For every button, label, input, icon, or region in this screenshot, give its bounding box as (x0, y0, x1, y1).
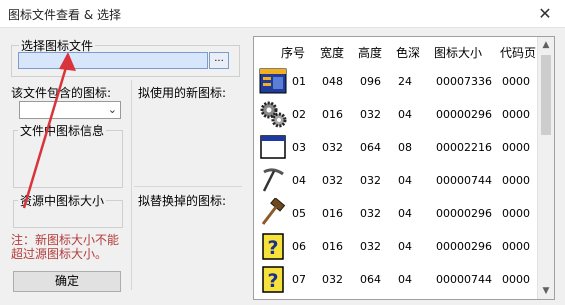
cell-width: 016 (322, 207, 343, 220)
header-height: 高度 (358, 46, 383, 60)
table-row[interactable]: ? 07 032 064 04 00000744 0000 (254, 263, 537, 296)
cell-size: 00000296 (436, 108, 492, 121)
new-icon-label: 拟使用的新图标: (138, 86, 227, 100)
section-divider (134, 186, 242, 187)
scroll-up-icon[interactable]: ▲ (538, 37, 554, 53)
window-blue-icon (258, 66, 288, 96)
cell-depth: 04 (398, 174, 412, 187)
icon-select-dropdown[interactable]: ⌄ (19, 101, 121, 119)
cell-size: 00000296 (436, 207, 492, 220)
cell-height: 032 (360, 108, 381, 121)
question-mark-icon: ? (258, 231, 288, 261)
cell-depth: 08 (398, 141, 412, 154)
cell-codepage: 0000 (502, 174, 530, 187)
header-width: 宽度 (320, 46, 345, 60)
replace-icon-label: 拟替换掉的图标: (138, 194, 227, 208)
cell-id: 04 (292, 174, 306, 187)
header-size: 图标大小 (434, 46, 483, 60)
table-row[interactable]: ? 06 016 032 04 00000296 0000 (254, 230, 537, 263)
cell-codepage: 0000 (502, 108, 530, 121)
cell-id: 03 (292, 141, 306, 154)
resource-size-label: 资源中图标大小 (18, 192, 107, 209)
cell-height: 064 (360, 141, 381, 154)
cell-width: 032 (322, 141, 343, 154)
cell-id: 05 (292, 207, 306, 220)
table-row[interactable]: 02 016 032 04 00000296 0000 (254, 98, 537, 131)
cell-width: 048 (322, 75, 343, 88)
browse-button[interactable]: ... (209, 52, 229, 69)
cell-depth: 04 (398, 240, 412, 253)
header-depth: 色深 (396, 46, 421, 60)
cell-size: 00002216 (436, 141, 492, 154)
size-note: 注：新图标大小不能超过源图标大小。 (11, 233, 120, 261)
cell-height: 096 (360, 75, 381, 88)
cell-width: 032 (322, 273, 343, 286)
cell-depth: 24 (398, 75, 412, 88)
table-row[interactable]: 01 048 096 24 00007336 0000 (254, 65, 537, 98)
svg-text:?: ? (267, 237, 278, 259)
icon-info-label: 文件中图标信息 (18, 122, 107, 139)
pickaxe-icon (258, 165, 288, 195)
cell-height: 032 (360, 174, 381, 187)
chevron-down-icon: ⌄ (107, 103, 117, 116)
cell-codepage: 0000 (502, 273, 530, 286)
gears-icon (258, 99, 288, 129)
cell-codepage: 0000 (502, 240, 530, 253)
file-path-input[interactable] (18, 52, 208, 69)
column-divider (131, 80, 132, 290)
cell-id: 01 (292, 75, 306, 88)
cell-size: 00000744 (436, 174, 492, 187)
cell-id: 02 (292, 108, 306, 121)
hammer-icon (258, 197, 288, 228)
cell-id: 07 (292, 273, 306, 286)
icons-in-file-label: 该文件包含的图标: (11, 86, 112, 100)
question-mark-icon: ? (258, 264, 288, 294)
cell-width: 016 (322, 240, 343, 253)
icon-table: 序号 宽度 高度 色深 图标大小 代码页 01 048 096 24 00007… (253, 36, 555, 300)
cell-width: 032 (322, 174, 343, 187)
header-id: 序号 (281, 46, 306, 60)
scroll-down-icon[interactable]: ▼ (538, 283, 554, 299)
table-scrollbar[interactable]: ▲ ▼ (537, 37, 554, 299)
table-row[interactable]: 05 016 032 04 00000296 0000 (254, 197, 537, 230)
cell-size: 00000744 (436, 273, 492, 286)
cell-codepage: 0000 (502, 207, 530, 220)
cell-depth: 04 (398, 207, 412, 220)
cell-codepage: 0000 (502, 75, 530, 88)
svg-text:?: ? (267, 270, 278, 292)
table-header: 序号 宽度 高度 色深 图标大小 代码页 (254, 37, 537, 65)
cell-size: 00000296 (436, 240, 492, 253)
cell-depth: 04 (398, 273, 412, 286)
close-button[interactable]: ✕ (525, 0, 565, 27)
cell-codepage: 0000 (502, 141, 530, 154)
scroll-thumb[interactable] (541, 55, 551, 135)
window-title: 图标文件查看 & 选择 (8, 8, 121, 22)
table-row[interactable]: 04 032 032 04 00000744 0000 (254, 164, 537, 197)
cell-height: 032 (360, 207, 381, 220)
cell-depth: 04 (398, 108, 412, 121)
cell-id: 06 (292, 240, 306, 253)
cell-size: 00007336 (436, 75, 492, 88)
header-codepage: 代码页 (500, 46, 537, 60)
cell-width: 016 (322, 108, 343, 121)
cell-height: 032 (360, 240, 381, 253)
title-bar: 图标文件查看 & 选择 ✕ (0, 0, 565, 28)
cell-height: 064 (360, 273, 381, 286)
window-frame-icon (258, 132, 288, 162)
ok-button[interactable]: 确定 (13, 271, 121, 292)
table-row[interactable]: 03 032 064 08 00002216 0000 (254, 131, 537, 164)
